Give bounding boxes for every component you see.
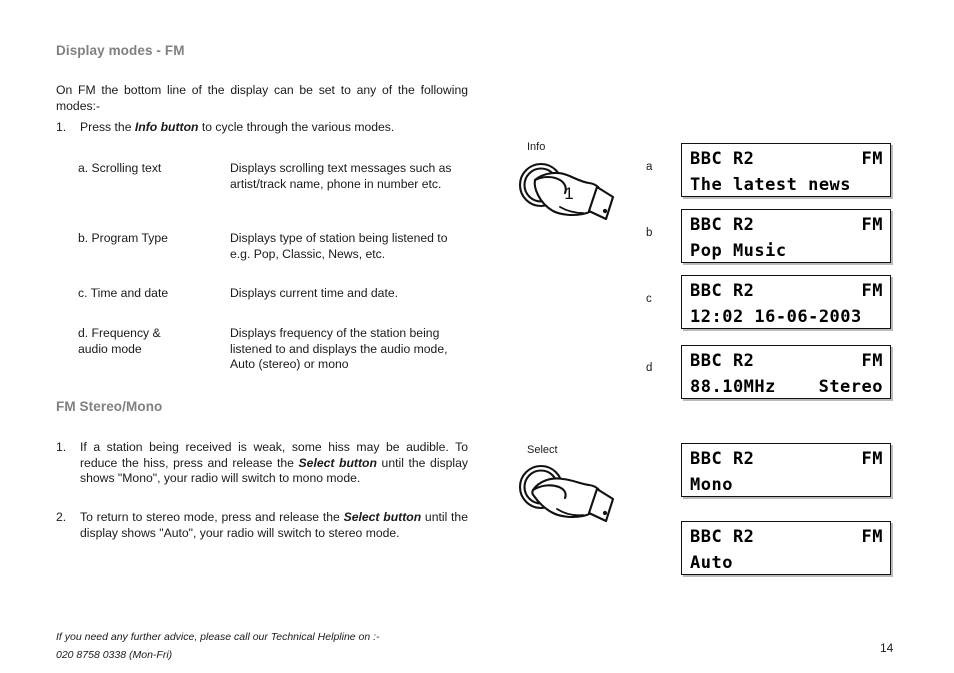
- lcd-bottom-line: Pop Music: [690, 241, 787, 261]
- lcd-band-indicator: FM: [861, 527, 883, 547]
- footer-helpline-note: If you need any further advice, please c…: [56, 628, 380, 664]
- mode-term: d. Frequency & audio mode: [78, 326, 161, 356]
- mode-row: b. Program Type Displays type of station…: [78, 231, 468, 262]
- lcd-bottom-line: 88.10MHz Stereo: [690, 374, 883, 398]
- lcd-band-indicator: FM: [861, 281, 883, 301]
- info-button-caption: Info: [527, 141, 546, 153]
- lcd-band-indicator: FM: [861, 215, 883, 235]
- lcd-top-line: BBC R2 FM: [690, 524, 883, 550]
- fm-stereo-step-1: 1. If a station being received is weak, …: [56, 440, 468, 487]
- display-row-letter-d: d: [646, 362, 653, 374]
- display-row-letter-b: b: [646, 227, 653, 239]
- mode-term: a. Scrolling text: [78, 161, 162, 175]
- mode-description: Displays frequency of the station being …: [230, 326, 448, 371]
- manual-page: Display modes - FM On FM the bottom line…: [0, 0, 954, 673]
- knob-step-number: 1: [564, 184, 573, 203]
- list-number: 1.: [56, 440, 67, 454]
- fm-stereo-step-2: 2. To return to stereo mode, press and r…: [56, 510, 468, 541]
- list-number: 2.: [56, 510, 67, 524]
- lcd-station-name: BBC R2: [690, 281, 755, 301]
- lcd-display-scrolling-text: BBC R2 FM The latest news: [681, 143, 891, 197]
- step-emphasis: Select button: [343, 510, 422, 524]
- lcd-band-indicator: FM: [861, 149, 883, 169]
- mode-row: c. Time and date Displays current time a…: [78, 286, 468, 302]
- lcd-bottom-line: Mono: [690, 475, 733, 495]
- hand-pressing-info-button-illustration: 1: [505, 135, 625, 240]
- cuff-button-dot: [602, 510, 608, 516]
- list-text: To return to stereo mode, press and rele…: [80, 510, 468, 541]
- step-emphasis: Info button: [134, 120, 199, 134]
- lcd-station-name: BBC R2: [690, 527, 755, 547]
- footer-line-2: 020 8758 0338 (Mon-Fri): [56, 649, 173, 661]
- mode-term: c. Time and date: [78, 286, 169, 300]
- step-text-after: to cycle through the various modes.: [198, 120, 395, 134]
- lcd-display-frequency-and-audio-mode: BBC R2 FM 88.10MHz Stereo: [681, 345, 891, 399]
- mode-description: Displays current time and date.: [230, 286, 398, 300]
- mode-term: b. Program Type: [78, 231, 168, 245]
- lcd-bottom-line: 12:02 16-06-2003: [690, 307, 862, 327]
- lcd-display-auto-mode: BBC R2 FM Auto: [681, 521, 891, 575]
- step-text-before: To return to stereo mode, press and rele…: [80, 510, 344, 524]
- lcd-top-line: BBC R2 FM: [690, 348, 883, 374]
- lcd-display-time-and-date: BBC R2 FM 12:02 16-06-2003: [681, 275, 891, 329]
- cuff-button-dot: [602, 208, 608, 214]
- lcd-top-line: BBC R2 FM: [690, 212, 883, 238]
- list-number: 1.: [56, 120, 67, 134]
- lcd-frequency: 88.10MHz: [690, 377, 776, 397]
- mode-description: Displays scrolling text messages such as…: [230, 161, 452, 191]
- step-emphasis: Select button: [298, 455, 377, 470]
- page-number: 14: [880, 641, 894, 655]
- display-modes-intro: On FM the bottom line of the display can…: [56, 83, 468, 113]
- display-modes-step-1: 1. Press the Info button to cycle throug…: [56, 120, 468, 136]
- lcd-top-line: BBC R2 FM: [690, 446, 883, 472]
- section-heading-fm-stereo-mono: FM Stereo/Mono: [56, 399, 163, 414]
- display-row-letter-a: a: [646, 161, 653, 173]
- lcd-bottom-line: The latest news: [690, 175, 852, 195]
- list-text: Press the Info button to cycle through t…: [80, 120, 468, 136]
- lcd-band-indicator: FM: [861, 449, 883, 469]
- step-text-before: Press the: [80, 120, 135, 134]
- lcd-band-indicator: FM: [861, 351, 883, 371]
- lcd-top-line: BBC R2 FM: [690, 146, 883, 172]
- mode-row: d. Frequency & audio mode Displays frequ…: [78, 326, 468, 373]
- display-row-letter-c: c: [646, 293, 652, 305]
- mode-description: Displays type of station being listened …: [230, 231, 448, 261]
- lcd-top-line: BBC R2 FM: [690, 278, 883, 304]
- lcd-station-name: BBC R2: [690, 449, 755, 469]
- hand-pressing-select-button-illustration: [505, 435, 625, 540]
- lcd-display-mono-mode: BBC R2 FM Mono: [681, 443, 891, 497]
- lcd-station-name: BBC R2: [690, 215, 755, 235]
- lcd-station-name: BBC R2: [690, 351, 755, 371]
- section-heading-display-modes: Display modes - FM: [56, 43, 185, 58]
- select-button-caption: Select: [527, 444, 558, 456]
- footer-line-1: If you need any further advice, please c…: [56, 631, 380, 643]
- lcd-display-program-type: BBC R2 FM Pop Music: [681, 209, 891, 263]
- list-text: If a station being received is weak, som…: [80, 440, 468, 487]
- lcd-station-name: BBC R2: [690, 149, 755, 169]
- lcd-audio-mode: Stereo: [818, 377, 883, 397]
- mode-row: a. Scrolling text Displays scrolling tex…: [78, 161, 468, 192]
- lcd-bottom-line: Auto: [690, 553, 733, 573]
